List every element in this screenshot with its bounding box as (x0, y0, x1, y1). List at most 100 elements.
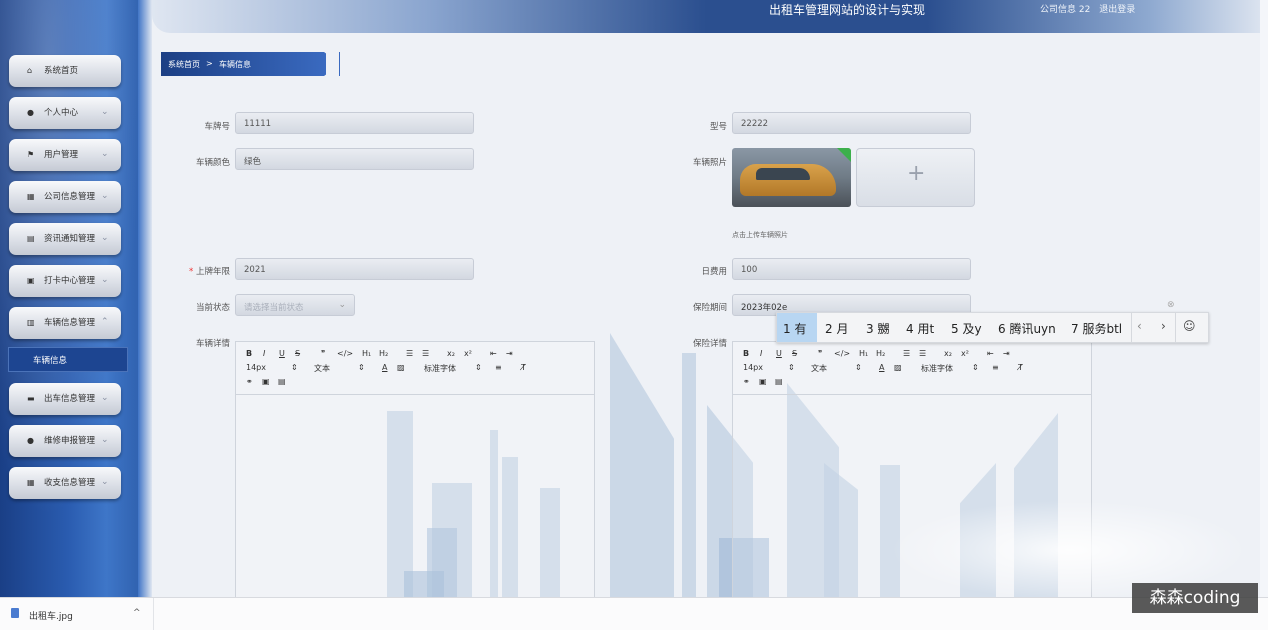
ime-candidate[interactable]: 2 月 (825, 320, 848, 337)
chevron-icon: ⇕ (972, 363, 979, 372)
sidebar-item-dispatch[interactable]: ▬ 出车信息管理 ⌄ (9, 383, 121, 415)
ime-candidate[interactable]: 5 及y (951, 320, 982, 337)
year-field[interactable]: 2021 (235, 258, 474, 280)
photo-label: 车辆照片 (692, 158, 727, 168)
user-icon: ● (27, 436, 34, 445)
underline-button[interactable]: U (776, 349, 782, 358)
vehicle-detail-editor[interactable]: B I U S ❞ </> H₁ H₂ ☰ ☰ x₂ x² ⇤ ⇥ 14px ⇕… (235, 341, 595, 603)
outdent-button[interactable]: ⇤ (490, 349, 497, 358)
h2-button[interactable]: H₂ (876, 349, 885, 358)
bold-button[interactable]: B (743, 349, 749, 358)
sidebar-item-home[interactable]: ⌂ 系统首页 (9, 55, 121, 87)
sidebar-subitem-vehicle-info[interactable]: 车辆信息 (8, 347, 128, 372)
h1-button[interactable]: H₁ (362, 349, 371, 358)
chevron-up-icon[interactable]: ^ (133, 608, 141, 618)
ordered-list-button[interactable]: ☰ (406, 349, 413, 358)
vehicle-photo-thumbnail[interactable] (732, 148, 851, 207)
sidebar-item-personal[interactable]: ● 个人中心 ⌄ (9, 97, 121, 129)
link-button[interactable]: ⚭ (246, 377, 253, 386)
ime-candidate-bar[interactable]: 1 有 2 月 3 嬲 4 用t 5 及y 6 腾讯uyn 7 服务btl ‹ … (776, 312, 1209, 343)
align-button[interactable]: ≡ (992, 363, 999, 372)
ime-candidate[interactable]: 1 有 (783, 320, 806, 337)
download-bar: 出租车.jpg ^ (0, 597, 1268, 630)
h2-button[interactable]: H₂ (379, 349, 388, 358)
indent-button[interactable]: ⇥ (506, 349, 513, 358)
font-color-button[interactable]: A (879, 363, 884, 372)
quote-button[interactable]: ❞ (321, 349, 325, 358)
h1-button[interactable]: H₁ (859, 349, 868, 358)
code-button[interactable]: </> (337, 349, 353, 358)
ime-next-icon[interactable]: › (1161, 319, 1166, 333)
text-type-select[interactable]: 文本 (314, 363, 330, 374)
daily-fee-field[interactable]: 100 (732, 258, 971, 280)
font-size-select[interactable]: 14px (743, 363, 763, 372)
video-button[interactable]: ▤ (278, 377, 286, 386)
strike-button[interactable]: S (792, 349, 797, 358)
logout-link[interactable]: 退出登录 (1099, 5, 1135, 15)
ime-candidate[interactable]: 7 服务btl (1071, 320, 1122, 337)
bold-button[interactable]: B (246, 349, 252, 358)
subscript-button[interactable]: x₂ (944, 349, 952, 358)
image-button[interactable]: ▣ (759, 377, 767, 386)
year-label: * 上牌年限 (150, 265, 230, 277)
strike-button[interactable]: S (295, 349, 300, 358)
quote-button[interactable]: ❞ (818, 349, 822, 358)
sidebar-subitem-label: 车辆信息 (33, 356, 68, 366)
emoji-icon[interactable]: ☺ (1183, 319, 1196, 333)
font-size-select[interactable]: 14px (246, 363, 266, 372)
sidebar-item-repair[interactable]: ● 维修申报管理 ⌄ (9, 425, 121, 457)
upload-success-tag (837, 148, 851, 162)
ime-divider (1175, 313, 1176, 342)
company-info-link[interactable]: 公司信息 22 (1040, 5, 1090, 15)
superscript-button[interactable]: x² (464, 349, 472, 358)
status-select[interactable]: 请选择当前状态 ⌄ (235, 294, 355, 316)
align-button[interactable]: ≡ (495, 363, 502, 372)
link-button[interactable]: ⚭ (743, 377, 750, 386)
background-color-button[interactable]: ▨ (894, 363, 902, 372)
text-type-select[interactable]: 文本 (811, 363, 827, 374)
indent-button[interactable]: ⇥ (1003, 349, 1010, 358)
code-button[interactable]: </> (834, 349, 850, 358)
ime-candidate[interactable]: 4 用t (906, 320, 934, 337)
clear-format-button[interactable]: T̸ (521, 363, 526, 372)
page-scrollbar[interactable] (1260, 0, 1268, 597)
background-color-button[interactable]: ▨ (397, 363, 405, 372)
photo-upload-hint: 点击上传车辆照片 (732, 231, 788, 239)
model-label: 型号 (709, 122, 727, 132)
sidebar-item-label: 维修申报管理 (44, 436, 96, 446)
sidebar-item-checkin[interactable]: ▣ 打卡中心管理 ⌄ (9, 265, 121, 297)
clear-format-button[interactable]: T̸ (1018, 363, 1023, 372)
superscript-button[interactable]: x² (961, 349, 969, 358)
ordered-list-button[interactable]: ☰ (903, 349, 910, 358)
photo-upload-button[interactable]: + (856, 148, 975, 207)
ime-candidate[interactable]: 3 嬲 (866, 320, 889, 337)
left-panel-highlight (0, 0, 160, 597)
breadcrumb-home[interactable]: 系统首页 (168, 59, 200, 70)
sidebar-item-vehicles[interactable]: ▥ 车辆信息管理 ⌃ (9, 307, 121, 339)
sidebar-item-label: 用户管理 (44, 150, 79, 160)
ime-candidate[interactable]: 6 腾讯uyn (998, 320, 1056, 337)
italic-button[interactable]: I (263, 349, 265, 358)
outdent-button[interactable]: ⇤ (987, 349, 994, 358)
chevron-down-icon: ⌄ (101, 233, 109, 243)
bullet-list-button[interactable]: ☰ (422, 349, 429, 358)
video-button[interactable]: ▤ (775, 377, 783, 386)
clear-circle-icon[interactable]: ⊗ (1167, 300, 1175, 310)
underline-button[interactable]: U (279, 349, 285, 358)
font-family-select[interactable]: 标准字体 (921, 363, 953, 374)
bullet-list-button[interactable]: ☰ (919, 349, 926, 358)
ime-prev-icon[interactable]: ‹ (1137, 319, 1142, 333)
download-item[interactable]: 出租车.jpg ^ (0, 598, 154, 630)
sidebar-item-finance[interactable]: ▦ 收支信息管理 ⌄ (9, 467, 121, 499)
italic-button[interactable]: I (760, 349, 762, 358)
subscript-button[interactable]: x₂ (447, 349, 455, 358)
sidebar-item-users[interactable]: ⚑ 用户管理 ⌄ (9, 139, 121, 171)
font-color-button[interactable]: A (382, 363, 387, 372)
model-field[interactable]: 22222 (732, 112, 971, 134)
sidebar-item-company[interactable]: ▦ 公司信息管理 ⌄ (9, 181, 121, 213)
font-family-select[interactable]: 标准字体 (424, 363, 456, 374)
image-button[interactable]: ▣ (262, 377, 270, 386)
color-field[interactable]: 绿色 (235, 148, 474, 170)
plate-field[interactable]: 11111 (235, 112, 474, 134)
sidebar-item-news[interactable]: ▤ 资讯通知管理 ⌄ (9, 223, 121, 255)
